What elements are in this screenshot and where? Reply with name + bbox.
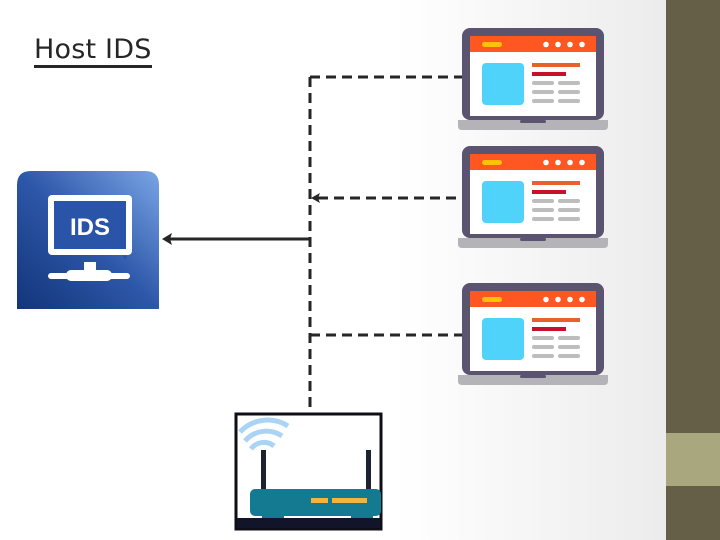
image-placeholder [482, 181, 524, 223]
laptop-icon [458, 283, 608, 385]
router-caption-bar [237, 518, 380, 528]
ids-monitor-icon: IDS [17, 171, 159, 309]
router-icon [234, 412, 383, 531]
image-placeholder [482, 63, 524, 105]
connections [168, 75, 462, 413]
network-diagram: IDS [17, 28, 608, 531]
laptop-icon [458, 28, 608, 130]
slide-sidebar-accent [666, 433, 720, 486]
image-placeholder [482, 318, 524, 360]
laptop-icon [458, 146, 608, 248]
ids-label: IDS [70, 214, 110, 241]
